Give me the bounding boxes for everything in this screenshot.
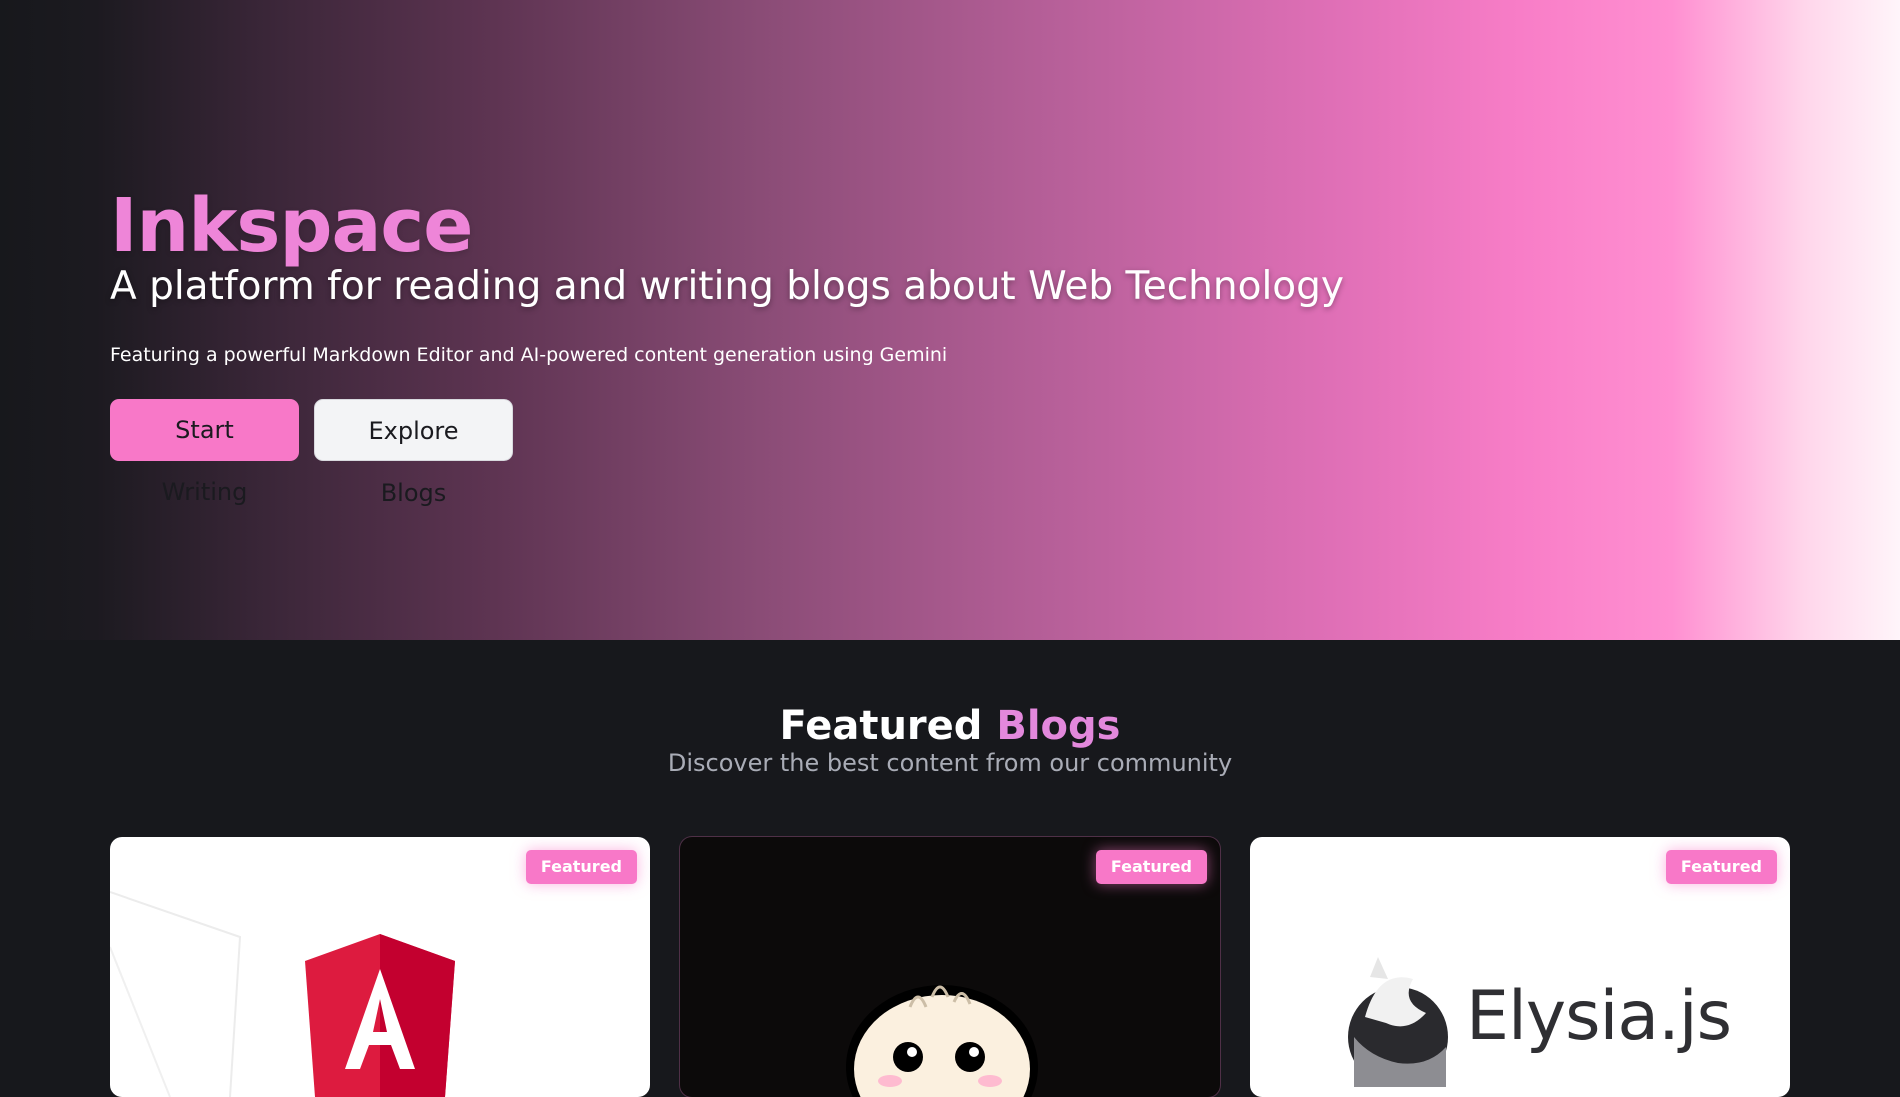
featured-heading: Featured Blogs bbox=[0, 700, 1900, 752]
bun-logo-icon bbox=[846, 985, 1038, 1097]
featured-heading-main: Featured bbox=[779, 703, 983, 749]
explore-blogs-button[interactable]: Explore Blogs bbox=[314, 399, 513, 507]
featured-badge: Featured bbox=[525, 850, 637, 884]
featured-heading-accent: Blogs bbox=[996, 703, 1121, 749]
site-title: Inkspace bbox=[110, 183, 473, 269]
blog-card[interactable]: Featured bbox=[110, 837, 650, 1097]
featured-badge: Featured bbox=[1095, 850, 1207, 884]
card-image-text: Elysia.js bbox=[1466, 977, 1732, 1056]
featured-subtitle: Discover the best content from our commu… bbox=[667, 749, 1233, 777]
blog-card[interactable]: Featured bbox=[680, 837, 1220, 1097]
featured-badge: Featured bbox=[1665, 850, 1777, 884]
hero-description: Featuring a powerful Markdown Editor and… bbox=[110, 344, 948, 366]
start-writing-button[interactable]: Start Writing bbox=[110, 399, 299, 506]
angular-logo-icon bbox=[110, 891, 455, 1097]
hero-tagline: A platform for reading and writing blogs… bbox=[110, 264, 1345, 309]
elysia-logo-icon bbox=[1348, 957, 1448, 1087]
hero-section: Inkspace A platform for reading and writ… bbox=[0, 0, 1900, 640]
blog-card[interactable]: Elysia.js Featured bbox=[1250, 837, 1790, 1097]
